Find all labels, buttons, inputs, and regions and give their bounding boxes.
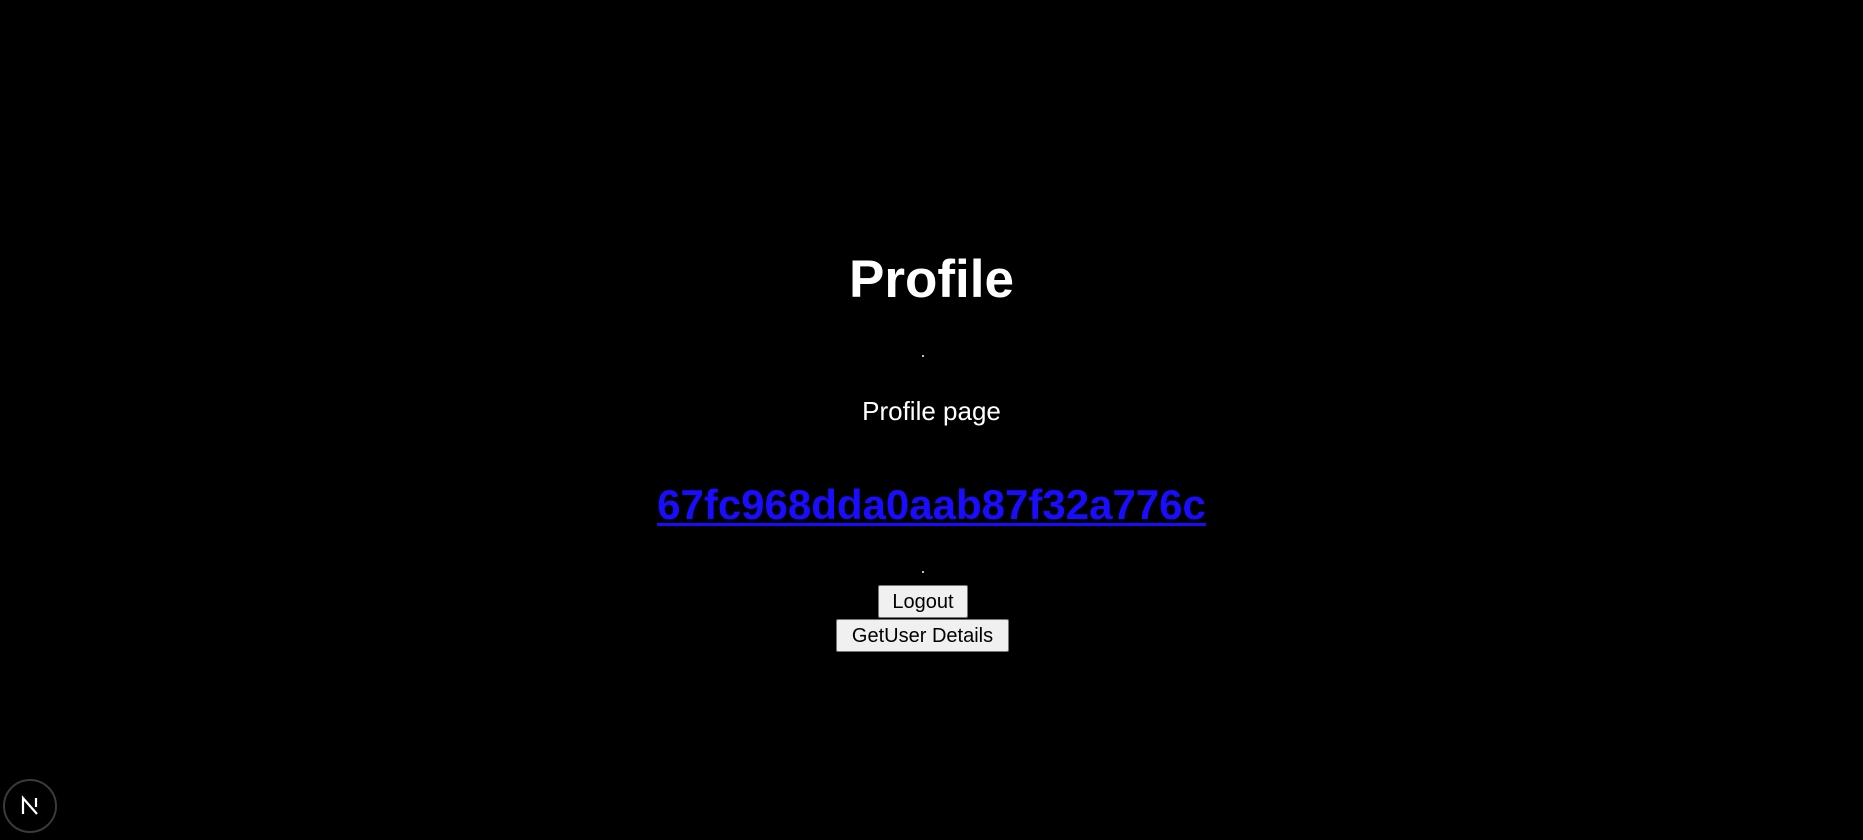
get-user-details-button[interactable]: GetUser Details (836, 619, 1009, 652)
user-id-heading: 67fc968dda0aab87f32a776c (0, 479, 1863, 531)
logout-button[interactable]: Logout (878, 585, 968, 618)
page-subtitle: Profile page (862, 396, 1001, 426)
user-id-link[interactable]: 67fc968dda0aab87f32a776c (657, 481, 1206, 528)
nextjs-logo-icon (21, 795, 38, 815)
separator-dot (922, 355, 924, 357)
separator-dot (922, 571, 924, 573)
profile-page: Profile Profile page 67fc968dda0aab87f32… (0, 0, 1863, 840)
page-title: Profile (849, 250, 1014, 309)
nextjs-dev-indicator-button[interactable] (3, 779, 57, 833)
